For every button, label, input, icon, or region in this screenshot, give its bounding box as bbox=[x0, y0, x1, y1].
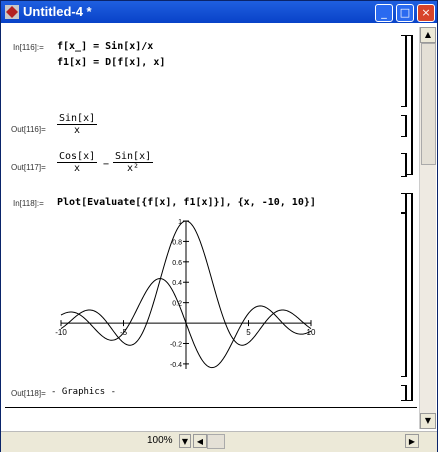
graphics-output: - Graphics - bbox=[51, 387, 117, 397]
y-tick-label: 0.2 bbox=[172, 301, 182, 308]
fraction-denominator: x bbox=[74, 125, 81, 136]
minimize-button[interactable]: _ bbox=[375, 4, 393, 22]
output-label-117: Out[117]= bbox=[11, 163, 46, 172]
cell-bracket-graphic[interactable] bbox=[401, 213, 407, 377]
scroll-down-arrow-icon[interactable]: ▼ bbox=[420, 413, 436, 429]
output-fraction-117b: Sin[x] x² bbox=[113, 151, 154, 174]
input-code-line-2[interactable]: f1[x] = D[f[x], x] bbox=[57, 57, 165, 68]
scroll-up-arrow-icon[interactable]: ▲ bbox=[420, 27, 436, 43]
cell-insertion-line[interactable] bbox=[5, 407, 417, 408]
input-code-plot[interactable]: Plot[Evaluate[{f[x], f1[x]}], {x, -10, 1… bbox=[57, 197, 316, 208]
output-label-116: Out[116]= bbox=[11, 125, 46, 134]
input-label-118: In[118]:= bbox=[13, 199, 44, 208]
vertical-scroll-thumb[interactable] bbox=[421, 43, 436, 165]
output-fraction-117a: Cos[x] x bbox=[57, 151, 98, 174]
x-tick-label: -10 bbox=[55, 328, 67, 337]
mathematica-app-icon[interactable] bbox=[5, 5, 19, 19]
input-label-116: In[116]:= bbox=[13, 43, 44, 52]
fraction-numerator: Sin[x] bbox=[113, 151, 154, 163]
zoom-level[interactable]: 100% bbox=[147, 435, 173, 446]
y-tick-label: 0.6 bbox=[172, 260, 182, 267]
plot-graphic[interactable]: -10 -5 5 1010.80.60.40.2-0.2-0.4 bbox=[45, 213, 325, 375]
fraction-denominator: x² bbox=[127, 163, 140, 174]
window-title: Untitled-4 * bbox=[23, 4, 92, 19]
maximize-button[interactable]: □ bbox=[396, 4, 414, 22]
y-tick-label: -0.4 bbox=[170, 362, 182, 369]
horizontal-scroll-thumb[interactable] bbox=[207, 434, 225, 449]
fraction-denominator: x bbox=[74, 163, 81, 174]
scroll-right-arrow-icon[interactable]: ▶ bbox=[405, 434, 419, 448]
cell-bracket-output-118[interactable] bbox=[401, 385, 407, 401]
y-tick-label: -0.2 bbox=[170, 341, 182, 348]
cell-bracket-output-117[interactable] bbox=[401, 153, 407, 177]
input-code-line-1[interactable]: f[x_] = Sin[x]/x bbox=[57, 41, 153, 52]
title-bar[interactable]: Untitled-4 * _ □ × bbox=[1, 1, 437, 23]
cell-bracket-output-116[interactable] bbox=[401, 115, 407, 137]
status-bar: 100% ▼ ◀ ▶ bbox=[1, 431, 437, 452]
output-label-118: Out[118]= bbox=[11, 389, 46, 398]
x-tick-label: 5 bbox=[246, 328, 251, 337]
close-button[interactable]: × bbox=[417, 4, 435, 22]
fraction-numerator: Cos[x] bbox=[57, 151, 98, 163]
y-tick-label: 0.8 bbox=[172, 239, 182, 246]
fraction-numerator: Sin[x] bbox=[57, 113, 98, 125]
y-tick-label: 0.4 bbox=[172, 280, 182, 287]
notebook-window: Untitled-4 * _ □ × In[116]:= f[x_] = Sin… bbox=[0, 0, 438, 452]
notebook-content[interactable]: In[116]:= f[x_] = Sin[x]/x f1[x] = D[f[x… bbox=[5, 27, 417, 429]
zoom-menu-arrow-icon[interactable]: ▼ bbox=[179, 434, 191, 448]
minus-sign: − bbox=[103, 159, 110, 170]
group-bracket-118[interactable] bbox=[407, 193, 413, 401]
scroll-left-arrow-icon[interactable]: ◀ bbox=[193, 434, 207, 448]
output-fraction-116: Sin[x] x bbox=[57, 113, 98, 136]
vertical-scrollbar[interactable]: ▲ ▼ bbox=[419, 27, 436, 429]
group-bracket-116[interactable] bbox=[407, 35, 413, 175]
